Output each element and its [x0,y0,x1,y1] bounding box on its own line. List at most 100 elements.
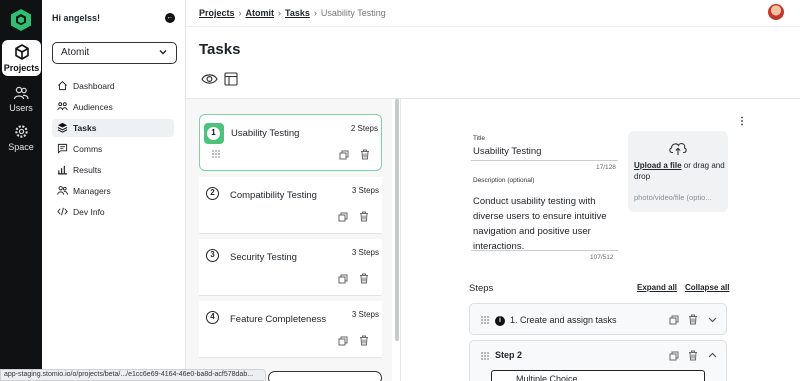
copy-icon[interactable] [669,351,679,361]
rail-item-label: Users [9,103,33,113]
breadcrumb-separator-icon: › [278,8,282,18]
drag-handle-icon[interactable] [481,316,489,324]
upload-hint: photo/video/file (optio... [634,193,712,202]
gear-icon [14,125,28,138]
chat-icon [57,143,68,154]
copy-icon[interactable] [338,336,348,346]
sidebar-item-managers[interactable]: Managers [52,182,174,200]
task-number: 2 [206,187,219,200]
task-number: 3 [206,249,219,262]
rail-item-label: Space [8,142,34,152]
rail-item-space[interactable]: Space [0,124,42,152]
more-options-icon[interactable]: ⋮ [737,116,747,127]
collapse-all-link[interactable]: Collapse all [685,283,729,292]
breadcrumb-link-org[interactable]: Atomit [246,8,275,18]
task-number-badge: 1 [204,123,224,144]
trash-icon[interactable] [688,350,698,361]
org-select[interactable]: Atomit [52,42,177,64]
home-icon [58,81,67,91]
description-underline [471,250,618,251]
upload-dropzone[interactable]: Upload a file or drag and drop photo/vid… [628,131,728,212]
sidebar-item-audiences[interactable]: Audiences [52,98,174,116]
trash-icon[interactable] [359,211,369,222]
chevron-down-icon [159,50,167,55]
sidebar-item-label: Comms [73,144,103,154]
step-type-select[interactable]: Multiple Choice [491,370,705,381]
task-steps-count: 3 Steps [351,310,379,319]
collapse-sidebar-icon[interactable]: ← [165,13,175,23]
breadcrumb-link-projects[interactable]: Projects [199,8,235,18]
expand-all-link[interactable]: Expand all [637,283,677,292]
chevron-up-icon[interactable] [707,350,718,360]
task-steps-count: 3 Steps [351,186,379,195]
sidebar-item-label: Audiences [73,102,113,112]
app-logo-icon[interactable] [9,8,33,32]
task-name: Usability Testing [231,128,300,139]
task-card-1[interactable]: 1 Usability Testing 2 Steps [199,114,382,171]
breadcrumb: Projects › Atomit › Tasks › Usability Testing [199,8,386,18]
drag-handle-icon[interactable] [481,352,489,360]
trash-icon[interactable] [359,335,369,346]
bar-chart-icon [57,165,68,175]
task-card-2[interactable]: 2 Compatibility Testing 3 Steps [199,177,382,234]
sidebar-item-comms[interactable]: Comms [52,140,174,158]
trash-icon[interactable] [688,314,698,325]
task-name: Compatibility Testing [230,190,317,201]
breadcrumb-separator-icon: › [313,8,317,18]
task-name: Security Testing [230,252,297,263]
copy-icon[interactable] [669,315,679,325]
sidebar-item-label: Dev Info [73,207,105,217]
sidebar-item-dashboard[interactable]: Dashboard [52,77,174,95]
breadcrumb-separator-icon: › [238,8,242,18]
description-textarea[interactable]: Conduct usability testing with diverse u… [473,194,615,254]
eye-icon[interactable] [201,72,218,86]
sidebar-item-tasks[interactable]: Tasks [52,119,174,137]
cloud-upload-icon [669,143,687,155]
rail-item-label: Projects [3,63,40,73]
sidebar-item-results[interactable]: Results [52,161,174,179]
users-icon [13,86,29,100]
copy-icon[interactable] [339,150,349,160]
title-counter: 17/128 [596,164,616,171]
add-task-button[interactable] [268,371,382,381]
copy-icon[interactable] [338,212,348,222]
page-title: Tasks [199,41,241,58]
task-steps-count: 3 Steps [351,248,379,257]
layout-icon[interactable] [224,72,238,86]
org-select-value: Atomit [61,47,90,58]
task-number: 1 [207,127,220,140]
task-number: 4 [206,311,219,324]
breadcrumb-link-tasks[interactable]: Tasks [285,8,310,18]
step-card-2[interactable]: Step 2 Multiple Choice [469,340,727,381]
title-label: Title [473,135,486,142]
step-card-1[interactable]: i 1. Create and assign tasks [469,303,727,335]
task-steps-count: 2 Steps [350,124,378,133]
step-type-value: Multiple Choice [516,374,578,381]
rail-item-projects[interactable]: Projects [2,40,41,76]
chevron-down-icon[interactable] [707,315,718,325]
header-divider [186,26,800,27]
task-card-4[interactable]: 4 Feature Completeness 3 Steps [199,301,382,358]
app-rail: Projects Users Space [0,0,42,381]
task-card-3[interactable]: 3 Security Testing 3 Steps [199,239,382,296]
steps-title: Steps [469,283,494,294]
rail-item-users[interactable]: Users [0,86,42,113]
description-counter: 107/512 [590,254,614,261]
task-list-scrollbar[interactable] [395,99,399,341]
sidebar-item-dev-info[interactable]: Dev Info [52,203,174,221]
upload-file-link[interactable]: Upload a file [634,161,682,170]
code-icon [57,207,68,216]
audiences-icon [57,102,68,111]
copy-icon[interactable] [338,274,348,284]
trash-icon[interactable] [359,273,369,284]
drag-handle-icon[interactable] [212,150,220,158]
avatar[interactable] [768,4,784,20]
breadcrumb-current: Usability Testing [320,8,386,18]
trash-icon[interactable] [360,149,370,160]
task-list: 1 Usability Testing 2 Steps 2 Compatibil… [186,99,392,381]
managers-icon [57,186,68,195]
link-status-bar: app-staging.stomio.io/o/projects/beta/..… [0,369,266,381]
panel-divider [400,99,401,381]
title-input[interactable]: Usability Testing [473,146,541,157]
sidebar-item-label: Tasks [73,123,97,133]
